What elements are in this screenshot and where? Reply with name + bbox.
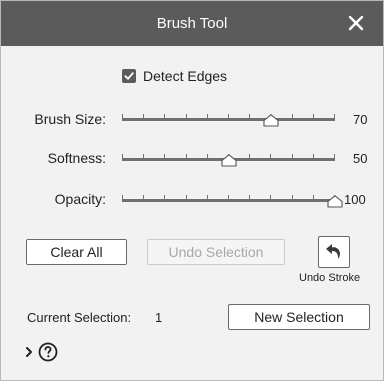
detect-edges-option[interactable]: Detect Edges (122, 67, 227, 85)
slider-tick (249, 154, 250, 159)
opacity-value: 100 (344, 192, 366, 207)
slider-tick (249, 114, 250, 119)
slider-tick (143, 114, 144, 119)
slider-tick (270, 154, 271, 159)
brush-size-slider[interactable] (122, 112, 335, 127)
current-selection-value: 1 (155, 310, 163, 325)
slider-tick (292, 114, 293, 119)
close-icon[interactable] (343, 10, 369, 36)
title-bar: Brush Tool (1, 1, 383, 46)
opacity-label: Opacity: (54, 191, 106, 207)
opacity-slider[interactable] (122, 193, 343, 208)
panel-title: Brush Tool (156, 15, 228, 32)
slider-tick (164, 195, 165, 200)
detect-edges-checkbox[interactable] (122, 69, 136, 83)
help-icon[interactable] (38, 342, 58, 362)
slider-tick (186, 195, 187, 200)
undo-arrow-icon (326, 244, 340, 259)
slider-tick (228, 195, 229, 200)
slider-tick (207, 195, 208, 200)
slider-tick (122, 154, 123, 159)
new-selection-button[interactable]: New Selection (228, 304, 370, 330)
slider-thumb[interactable] (327, 195, 343, 208)
slider-tick (334, 154, 335, 159)
slider-tick (292, 195, 293, 200)
detect-edges-label: Detect Edges (143, 68, 228, 84)
undo-stroke-label: Undo Stroke (299, 272, 361, 284)
softness-slider[interactable] (122, 152, 335, 167)
slider-tick (186, 114, 187, 119)
slider-tick (292, 154, 293, 159)
brush-size-value: 70 (353, 112, 368, 127)
slider-tick (334, 114, 335, 119)
slider-tick (313, 154, 314, 159)
slider-tick (313, 195, 314, 200)
softness-label: Softness: (47, 150, 106, 166)
slider-tick (122, 195, 123, 200)
slider-tick (143, 154, 144, 159)
clear-all-button[interactable]: Clear All (26, 239, 127, 265)
slider-tick (313, 114, 314, 119)
slider-tick (164, 114, 165, 119)
brush-tool-panel: Brush Tool Detect Edges Brush Size: 70 S… (0, 0, 384, 381)
slider-tick (164, 154, 165, 159)
slider-track (122, 114, 335, 121)
slider-tick (207, 154, 208, 159)
slider-thumb[interactable] (263, 114, 279, 127)
current-selection-label: Current Selection: (27, 310, 132, 325)
slider-tick (249, 195, 250, 200)
slider-tick (270, 195, 271, 200)
softness-value: 50 (353, 151, 368, 166)
slider-tick (186, 154, 187, 159)
slider-tick (228, 114, 229, 119)
undo-selection-button[interactable]: Undo Selection (147, 239, 285, 265)
slider-tick (143, 195, 144, 200)
chevron-right-icon[interactable] (24, 345, 34, 359)
undo-stroke-button[interactable] (318, 236, 350, 268)
slider-tick (207, 114, 208, 119)
brush-size-label: Brush Size: (34, 111, 106, 127)
slider-track (122, 195, 335, 202)
slider-thumb[interactable] (220, 154, 237, 167)
slider-tick (122, 114, 123, 119)
checkmark-icon (124, 72, 134, 80)
